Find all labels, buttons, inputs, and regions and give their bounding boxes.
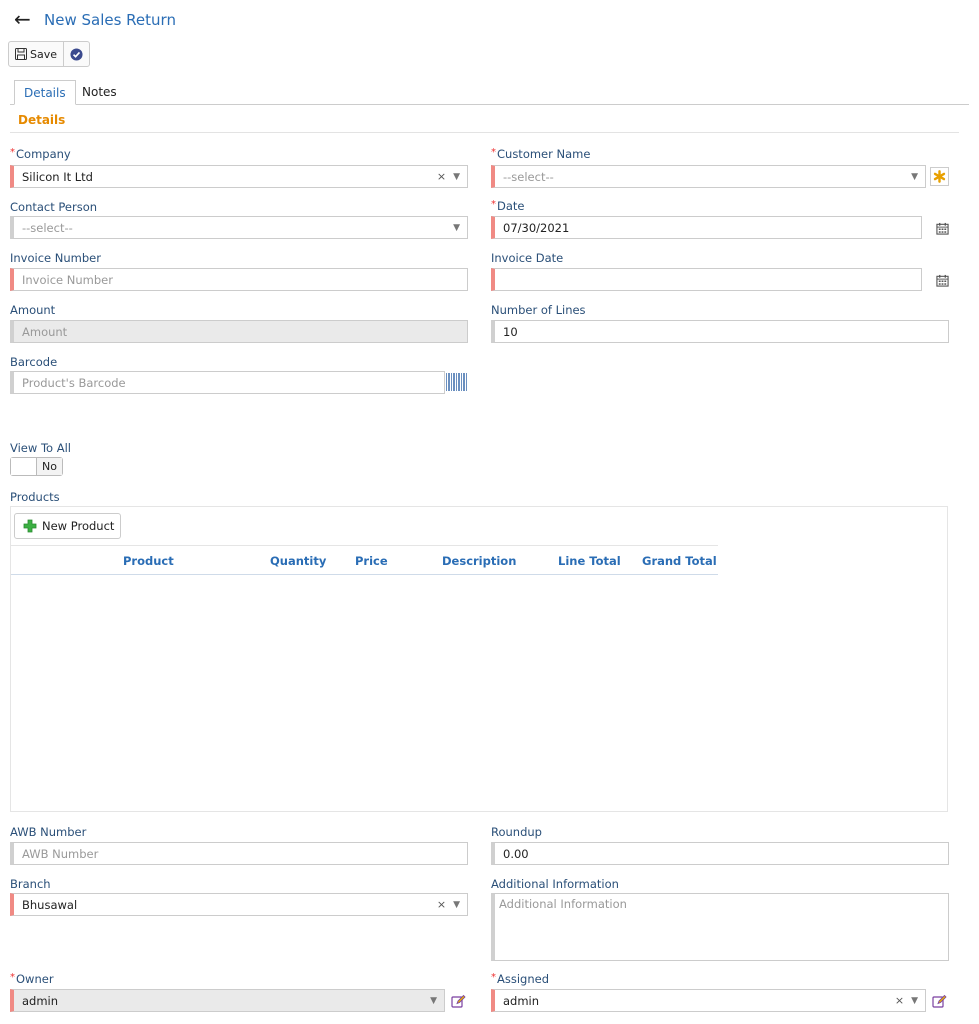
save-icon xyxy=(15,48,27,60)
new-product-button[interactable]: New Product xyxy=(14,513,122,539)
check-circle-icon xyxy=(70,47,83,61)
tab-bar: Details Notes xyxy=(10,80,969,105)
chevron-down-icon[interactable]: ▼ xyxy=(911,172,918,182)
company-label: *Company xyxy=(10,147,71,161)
confirm-button[interactable] xyxy=(63,42,89,66)
toggle-knob xyxy=(11,458,37,475)
contact-person-label: Contact Person xyxy=(10,200,98,214)
number-of-lines-label: Number of Lines xyxy=(491,303,586,317)
awb-number-placeholder: AWB Number xyxy=(22,846,99,861)
barcode-input[interactable]: Product's Barcode xyxy=(10,371,445,394)
tab-details[interactable]: Details xyxy=(14,80,76,105)
customer-name-label: *Customer Name xyxy=(491,147,591,161)
toggle-state: No xyxy=(37,458,62,475)
section-title: Details xyxy=(18,113,66,127)
owner-value: admin xyxy=(22,993,59,1008)
awb-number-input[interactable]: AWB Number xyxy=(10,842,468,865)
chevron-down-icon[interactable]: ▼ xyxy=(453,223,460,233)
view-to-all-label: View To All xyxy=(10,441,71,455)
invoice-number-label: Invoice Number xyxy=(10,251,101,265)
branch-label: Branch xyxy=(10,877,51,891)
additional-information-label: Additional Information xyxy=(491,877,619,891)
chevron-down-icon[interactable]: ▼ xyxy=(453,900,460,910)
company-select[interactable]: Silicon It Ltd × ▼ xyxy=(10,165,468,188)
invoice-number-placeholder: Invoice Number xyxy=(22,272,113,287)
edit-icon xyxy=(450,994,466,1008)
roundup-value: 0.00 xyxy=(503,846,529,861)
date-input[interactable]: 07/30/2021 xyxy=(491,216,922,239)
invoice-number-input[interactable]: Invoice Number xyxy=(10,268,468,291)
clear-icon[interactable]: × xyxy=(437,898,446,911)
edit-assigned-button[interactable] xyxy=(930,992,948,1010)
column-header-quantity[interactable]: Quantity xyxy=(270,554,326,568)
tab-notes[interactable]: Notes xyxy=(73,80,126,105)
new-product-label: New Product xyxy=(42,519,115,533)
roundup-label: Roundup xyxy=(491,825,542,839)
clear-icon[interactable]: × xyxy=(895,994,904,1007)
contact-person-placeholder: --select-- xyxy=(22,220,73,235)
assigned-value: admin xyxy=(503,993,540,1008)
number-of-lines-value: 10 xyxy=(503,324,518,339)
roundup-input[interactable]: 0.00 xyxy=(491,842,949,865)
clear-icon[interactable]: × xyxy=(437,170,446,183)
date-value: 07/30/2021 xyxy=(503,220,570,235)
chevron-down-icon[interactable]: ▼ xyxy=(430,996,437,1006)
calendar-icon[interactable] xyxy=(933,219,951,237)
awb-number-label: AWB Number xyxy=(10,825,87,839)
column-header-grand-total[interactable]: Grand Total xyxy=(642,554,717,568)
calendar-icon[interactable] xyxy=(933,271,951,289)
assigned-label: *Assigned xyxy=(491,972,550,986)
additional-information-textarea[interactable] xyxy=(491,893,949,961)
section-divider xyxy=(10,132,959,133)
amount-input: Amount xyxy=(10,320,468,343)
date-label: *Date xyxy=(491,199,525,213)
column-header-price[interactable]: Price xyxy=(355,554,388,568)
chevron-down-icon[interactable]: ▼ xyxy=(453,172,460,182)
asterisk-icon xyxy=(933,170,946,183)
plus-icon xyxy=(23,519,37,533)
toolbar: Save xyxy=(8,41,91,67)
barcode-icon[interactable] xyxy=(445,372,469,395)
save-button-label: Save xyxy=(30,47,58,61)
customer-name-select[interactable]: --select-- ▼ xyxy=(491,165,926,188)
products-label: Products xyxy=(10,490,60,504)
chevron-down-icon[interactable]: ▼ xyxy=(911,996,918,1006)
view-to-all-toggle[interactable]: No xyxy=(10,457,63,476)
amount-placeholder: Amount xyxy=(22,324,68,339)
edit-icon xyxy=(931,994,947,1008)
invoice-date-label: Invoice Date xyxy=(491,251,564,265)
column-header-product[interactable]: Product xyxy=(123,554,174,568)
page-title: New Sales Return xyxy=(44,11,176,29)
edit-owner-button[interactable] xyxy=(449,992,467,1010)
company-value: Silicon It Ltd xyxy=(22,169,93,184)
branch-select[interactable]: Bhusawal × ▼ xyxy=(10,893,468,916)
invoice-date-input[interactable] xyxy=(491,268,922,291)
column-header-line-total[interactable]: Line Total xyxy=(558,554,621,568)
amount-label: Amount xyxy=(10,303,56,317)
products-grid-header: Product Quantity Price Description Line … xyxy=(11,545,718,575)
barcode-label: Barcode xyxy=(10,355,58,369)
column-header-description[interactable]: Description xyxy=(442,554,516,568)
add-customer-button[interactable] xyxy=(930,167,949,186)
assigned-select[interactable]: admin × ▼ xyxy=(491,989,926,1012)
owner-select[interactable]: admin ▼ xyxy=(10,989,445,1012)
barcode-placeholder: Product's Barcode xyxy=(22,375,126,390)
branch-value: Bhusawal xyxy=(22,897,78,912)
customer-name-placeholder: --select-- xyxy=(503,169,554,184)
save-button[interactable]: Save xyxy=(9,42,63,66)
contact-person-select[interactable]: --select-- ▼ xyxy=(10,216,468,239)
owner-label: *Owner xyxy=(10,972,54,986)
number-of-lines-input[interactable]: 10 xyxy=(491,320,949,343)
back-arrow-icon[interactable]: ← xyxy=(14,7,31,31)
